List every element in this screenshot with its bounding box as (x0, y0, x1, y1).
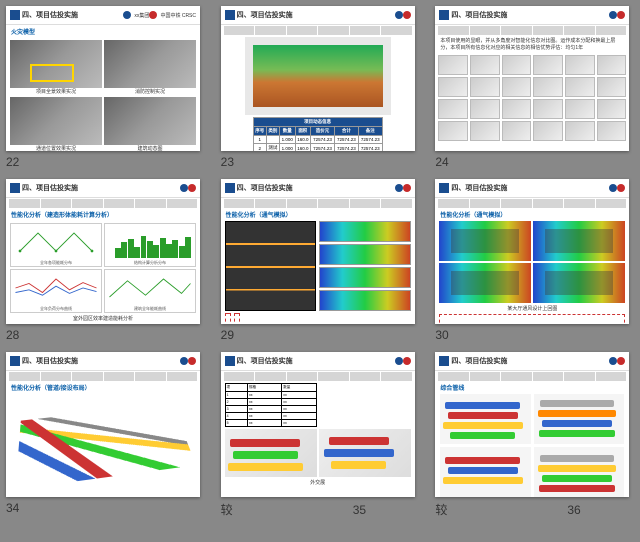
heatmap-panels (319, 221, 411, 311)
pipe-model-3 (440, 447, 531, 497)
chart-1: 全年各项能耗分布 (10, 223, 102, 267)
slide-29[interactable]: 四、项目估投实施 性能化分析（通气模拟） 项目作区通风环境分析图 29 (221, 179, 420, 348)
chart-2: 结构计算分析分布 (104, 223, 196, 267)
slide-22[interactable]: 四、项目估投实施 xx集团 中国中铁 CRSC 火灾模型 项目全景效果实况 消防… (6, 6, 205, 175)
subtitle: 火灾模型 (11, 27, 195, 36)
header-title: 四、项目估投实施 (22, 10, 123, 20)
data-table: 项目动态信息 序号类别数量面积造价元合计备注 11.000160.072574.… (253, 117, 383, 151)
slide-28[interactable]: 四、项目估投实施 性能化分析（建造形体能耗计算分析） 全年各项能耗分布 结构计算… (6, 179, 205, 348)
chart-3: 全年负荷分布曲线 (10, 269, 102, 313)
image-3 (10, 97, 102, 145)
image-2 (104, 40, 196, 88)
slide-header: 四、项目估投实施 xx集团 中国中铁 CRSC (6, 6, 200, 25)
logo-right: 中国中铁 CRSC (149, 11, 196, 19)
logo-left: xx集团 (123, 11, 149, 19)
bim-model (10, 394, 196, 489)
pipe-model-4 (534, 447, 625, 497)
slide-35[interactable]: 四、项目估投实施 项规格数量1xxxx2xxxx3xxxx4xxxx5xxxx … (221, 352, 420, 524)
note-box (225, 313, 231, 324)
slide-number: 22 (6, 155, 205, 169)
bim-detail-2 (319, 429, 411, 477)
slide-24[interactable]: 四、项目估投实施 本项目使用的显眼，并从多角度对智能化信息对比图。运作成本分配和… (435, 6, 634, 175)
tabs (224, 26, 412, 35)
slide-34[interactable]: 四、项目估投实施 性能化分析（管道/接设布局） 34 (6, 352, 205, 524)
cad-image (319, 383, 411, 427)
slide-30[interactable]: 四、项目估投实施 性能化分析（通气模拟） 某大厅通风设计上回图 30 (435, 179, 634, 348)
spec-table: 项规格数量1xxxx2xxxx3xxxx4xxxx5xxxx (225, 383, 317, 427)
slide-23[interactable]: 四、项目估投实施 项目动态信息 序号类别数量面积造价元合计备注 11.00016… (221, 6, 420, 175)
pipe-model-1 (440, 394, 531, 444)
heatmap-grid (439, 221, 625, 303)
image-1 (10, 40, 102, 88)
chart-4: 建筑全年能耗曲线 (104, 269, 196, 313)
description-text: 本项目使用的显眼，并从多角度对智能化信息对比图。运作成本分配和换最上层分，本项目… (440, 38, 624, 52)
slide-36[interactable]: 四、项目估投实施 综合管线 较 36 (435, 352, 634, 524)
map-image (245, 37, 391, 115)
pipe-model-2 (534, 394, 625, 444)
image-4 (104, 97, 196, 145)
parts-grid (438, 55, 626, 141)
bim-detail-1 (225, 429, 317, 477)
section-panels (225, 221, 317, 311)
